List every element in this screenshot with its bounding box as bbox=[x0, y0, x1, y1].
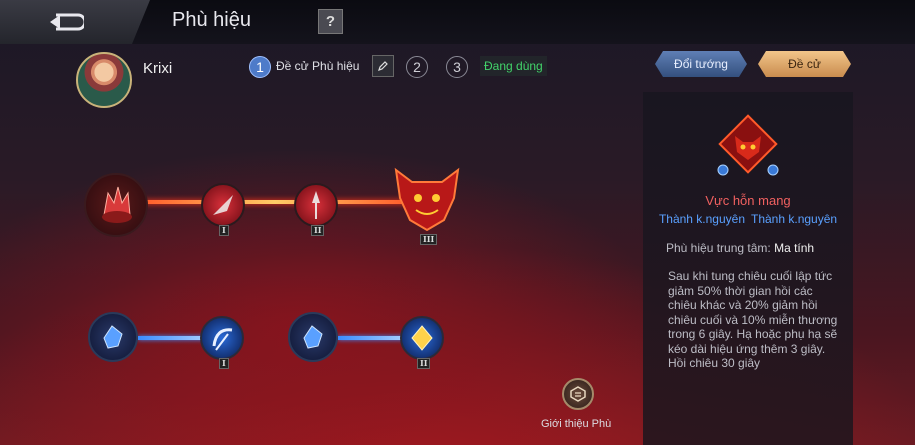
red-connector-line bbox=[140, 200, 410, 204]
blue-connector-line-right bbox=[338, 336, 406, 340]
center-emblem-label: Phù hiệu trung tâm: bbox=[666, 241, 771, 255]
emblem-subtitle-left: Thành k.nguyên bbox=[658, 212, 745, 226]
red-tier2-node[interactable] bbox=[294, 183, 338, 227]
change-hero-button[interactable]: Đổi tướng bbox=[655, 51, 747, 77]
blue-crystal-icon bbox=[103, 325, 123, 349]
blue-root-node-right[interactable] bbox=[288, 312, 338, 362]
pencil-icon bbox=[378, 61, 388, 71]
emblem-subtitle: Thành k.nguyên Thành k.nguyên bbox=[643, 212, 853, 226]
blue-scythe-icon bbox=[212, 328, 233, 351]
emblem-detail-panel: Vực hỗn mang Thành k.nguyên Thành k.nguyê… bbox=[643, 92, 853, 445]
blue-tier1-node[interactable] bbox=[200, 316, 244, 360]
red-crystal-icon bbox=[102, 186, 132, 223]
tier-badge: II bbox=[417, 358, 431, 369]
tier-badge: II bbox=[311, 225, 325, 236]
emblem-preview bbox=[713, 114, 783, 189]
tier-badge: I bbox=[219, 225, 229, 236]
emblem-book-icon bbox=[570, 386, 586, 402]
tier-badge: III bbox=[420, 234, 438, 245]
emblem-intro-label[interactable]: Giới thiệu Phù bbox=[541, 418, 611, 430]
help-button[interactable]: ? bbox=[318, 9, 343, 34]
emblem-description: Sau khi tung chiêu cuối lập tức giảm 50%… bbox=[668, 269, 838, 370]
blue-connector-line-left bbox=[138, 336, 208, 340]
demon-emblem-icon bbox=[394, 167, 460, 232]
back-button[interactable] bbox=[0, 0, 150, 44]
blue-tier2-node[interactable] bbox=[400, 316, 444, 360]
blue-root-node-left[interactable] bbox=[88, 312, 138, 362]
blue-gem-icon bbox=[411, 325, 433, 351]
center-emblem-value: Ma tính bbox=[774, 241, 815, 255]
emblem-title: Vực hỗn mang bbox=[705, 193, 791, 208]
step-2[interactable]: 2 bbox=[406, 56, 428, 78]
red-root-node[interactable] bbox=[84, 173, 148, 237]
center-emblem-line: Phù hiệu trung tâm: Ma tính bbox=[666, 241, 814, 255]
recommend-button[interactable]: Đề cử bbox=[758, 51, 851, 77]
blue-crystal-icon bbox=[303, 325, 323, 349]
edit-button[interactable] bbox=[372, 55, 394, 77]
page-title: Phù hiệu bbox=[172, 9, 251, 31]
emblem-subtitle-right: Thành k.nguyên bbox=[751, 212, 838, 226]
step-1-label[interactable]: Đề cử Phù hiệu bbox=[276, 59, 359, 73]
step-1[interactable]: 1 bbox=[249, 56, 271, 78]
red-blade-icon bbox=[213, 195, 233, 215]
demon-emblem-icon bbox=[717, 114, 779, 176]
tier-badge: I bbox=[219, 358, 229, 369]
red-tier1-node[interactable] bbox=[201, 183, 245, 227]
in-use-status: Đang dùng bbox=[480, 56, 547, 76]
red-spear-icon bbox=[312, 191, 320, 219]
step-3[interactable]: 3 bbox=[446, 56, 468, 78]
hero-name: Krixi bbox=[143, 60, 173, 77]
hero-avatar[interactable] bbox=[76, 52, 132, 108]
back-arrow-icon bbox=[50, 13, 84, 31]
red-tier3-node[interactable] bbox=[388, 158, 466, 236]
emblem-intro-button[interactable] bbox=[562, 378, 594, 410]
